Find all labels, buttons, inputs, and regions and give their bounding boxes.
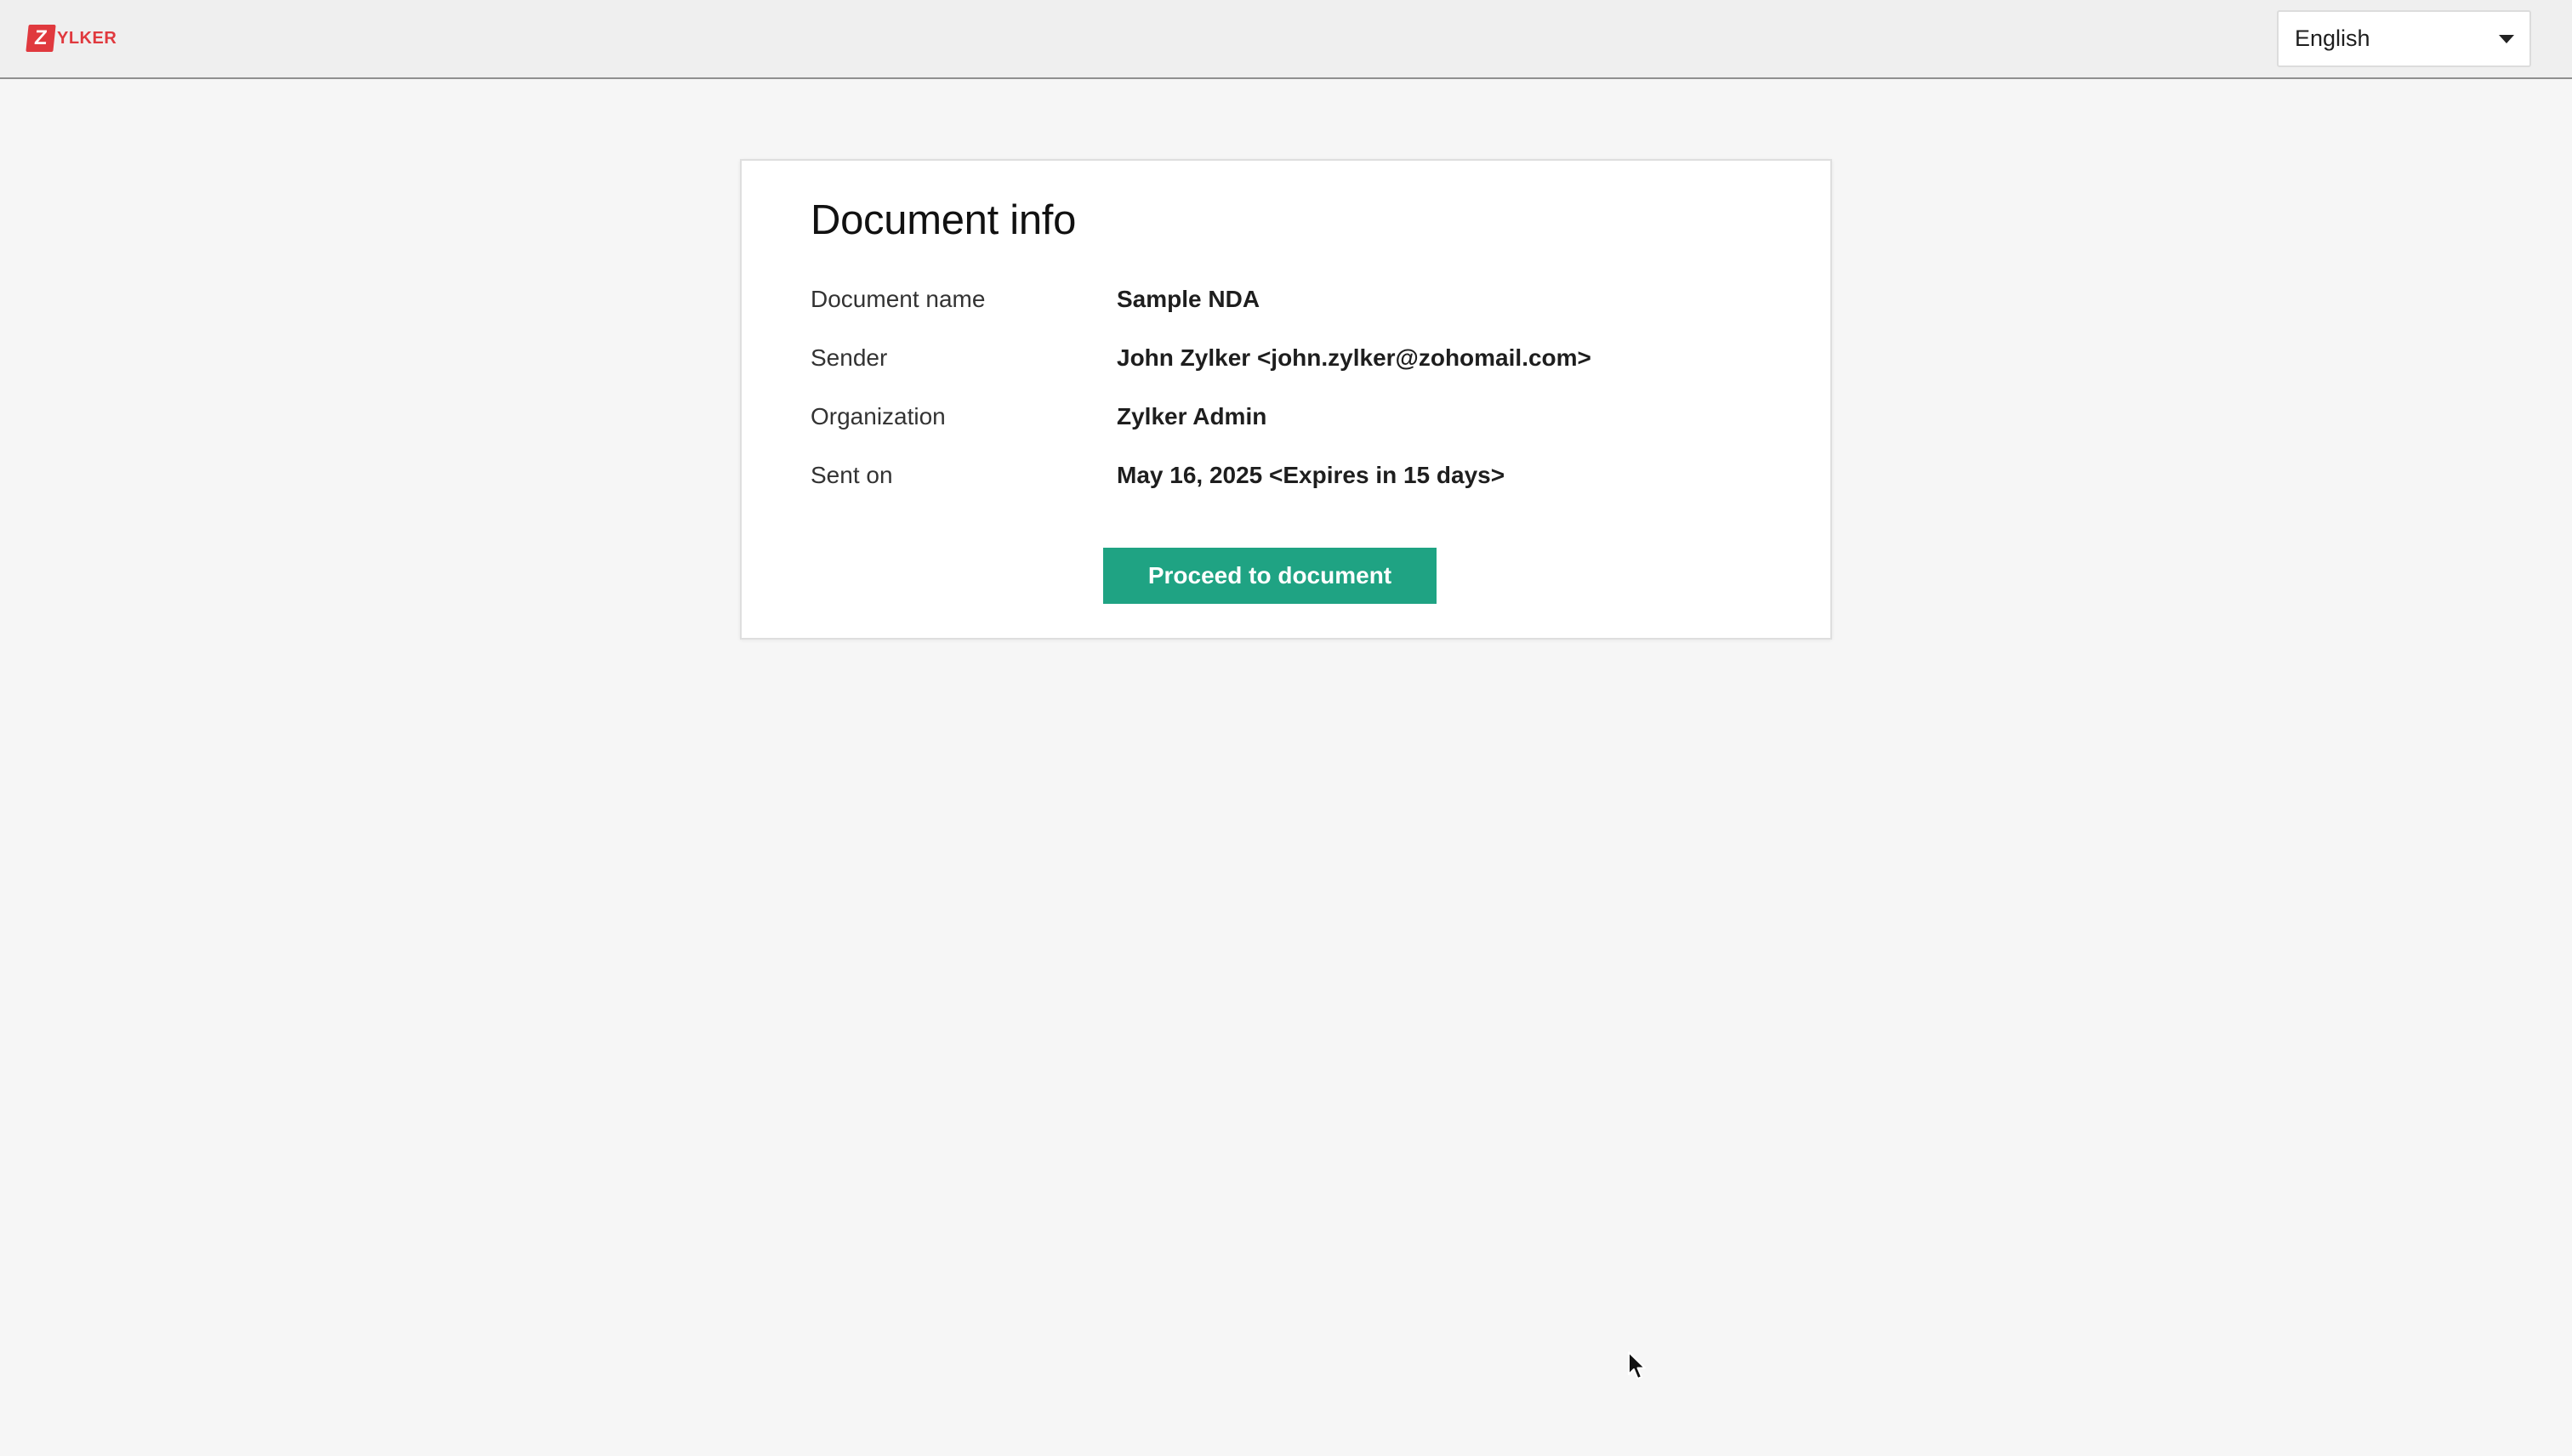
language-select[interactable]: English xyxy=(2277,10,2531,67)
info-row-sent-on: Sent on May 16, 2025 <Expires in 15 days… xyxy=(811,458,1789,492)
mouse-cursor-icon xyxy=(1628,1351,1646,1379)
zylker-logo[interactable]: Z YLKER xyxy=(26,24,117,53)
language-select-value: English xyxy=(2295,26,2370,51)
info-value: May 16, 2025 <Expires in 15 days> xyxy=(1117,462,1505,488)
card-title: Document info xyxy=(811,197,1077,243)
info-row-organization: Organization Zylker Admin xyxy=(811,400,1789,434)
top-bar: Z YLKER English xyxy=(0,0,2572,79)
info-label: Document name xyxy=(811,286,986,312)
info-value: John Zylker <john.zylker@zohomail.com> xyxy=(1117,344,1591,371)
info-label: Sender xyxy=(811,344,888,371)
logo-mark-icon: Z xyxy=(26,25,56,52)
info-value: Zylker Admin xyxy=(1117,403,1267,429)
info-value: Sample NDA xyxy=(1117,286,1260,312)
logo-text: YLKER xyxy=(57,28,117,48)
info-label: Organization xyxy=(811,403,946,429)
caret-down-icon xyxy=(2499,34,2514,43)
info-row-sender: Sender John Zylker <john.zylker@zohomail… xyxy=(811,341,1789,375)
info-label: Sent on xyxy=(811,462,893,488)
proceed-to-document-button[interactable]: Proceed to document xyxy=(1103,548,1437,604)
document-info-card: Document info Document name Sample NDA S… xyxy=(740,159,1832,640)
info-row-document-name: Document name Sample NDA xyxy=(811,282,1789,316)
